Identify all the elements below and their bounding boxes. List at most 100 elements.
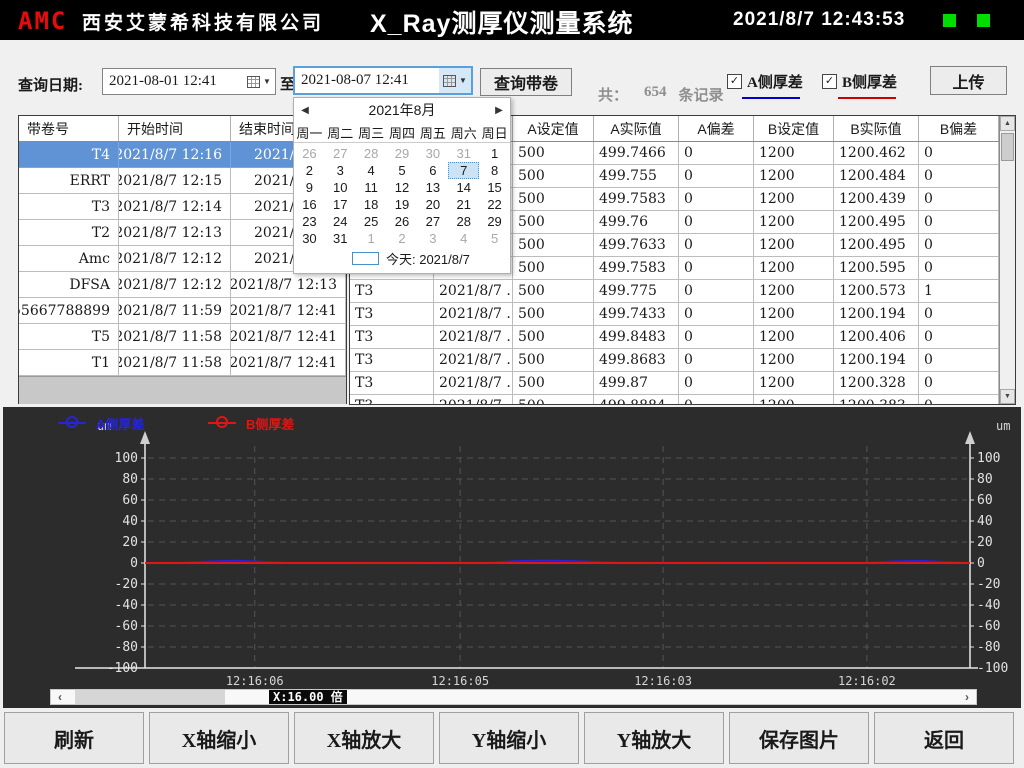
calendar-day[interactable]: 31 bbox=[325, 230, 356, 247]
table-cell: 499.755 bbox=[594, 165, 679, 188]
table-row[interactable]: T12021/8/7 11:582021/8/7 12:41 bbox=[19, 350, 346, 376]
calendar-day[interactable]: 27 bbox=[325, 145, 356, 162]
x-axis-zoom-in-button[interactable]: X轴放大 bbox=[294, 712, 434, 764]
calendar-day[interactable]: 28 bbox=[356, 145, 387, 162]
calendar-day[interactable]: 15 bbox=[479, 179, 510, 196]
calendar-day[interactable]: 5 bbox=[387, 162, 418, 179]
chart-scrollbar-thumb[interactable] bbox=[75, 690, 225, 704]
calendar-day[interactable]: 3 bbox=[417, 230, 448, 247]
back-button[interactable]: 返回 bbox=[874, 712, 1014, 764]
calendar-day[interactable]: 11 bbox=[356, 179, 387, 196]
calendar-day[interactable]: 16 bbox=[294, 196, 325, 213]
calendar-day[interactable]: 8 bbox=[479, 162, 510, 179]
column-header: A设定值 bbox=[513, 116, 594, 141]
query-coils-button[interactable]: 查询带卷 bbox=[480, 68, 572, 96]
calendar-day[interactable]: 9 bbox=[294, 179, 325, 196]
calendar-day[interactable]: 27 bbox=[417, 213, 448, 230]
table-row[interactable]: T32021/8/7 ...500499.8683012001200.1940 bbox=[350, 349, 999, 372]
table-cell: 499.76 bbox=[594, 211, 679, 234]
calendar-day[interactable]: 31 bbox=[448, 145, 479, 162]
calendar-day[interactable]: 14 bbox=[448, 179, 479, 196]
calendar-day[interactable]: 13 bbox=[417, 179, 448, 196]
table-cell: 2021/8/7 12:16 bbox=[119, 142, 231, 168]
table-cell: 1200 bbox=[754, 326, 834, 349]
calendar-day[interactable]: 4 bbox=[356, 162, 387, 179]
scrollbar-thumb[interactable] bbox=[1001, 133, 1014, 161]
b-side-checkbox-group[interactable]: ✓ B侧厚差 bbox=[822, 71, 897, 92]
calendar-day[interactable]: 30 bbox=[294, 230, 325, 247]
calendar-day[interactable]: 3 bbox=[325, 162, 356, 179]
b-side-checkbox[interactable]: ✓ bbox=[822, 74, 837, 89]
refresh-button[interactable]: 刷新 bbox=[4, 712, 144, 764]
calendar-day[interactable]: 2 bbox=[294, 162, 325, 179]
calendar-day[interactable]: 29 bbox=[387, 145, 418, 162]
calendar-day[interactable]: 22 bbox=[479, 196, 510, 213]
y-axis-zoom-in-button[interactable]: Y轴放大 bbox=[584, 712, 724, 764]
scroll-up-icon[interactable]: ▲ bbox=[1000, 116, 1015, 131]
table-row[interactable]: T32021/8/7 ...500499.87012001200.3280 bbox=[350, 372, 999, 395]
table-cell: 500 bbox=[513, 326, 594, 349]
table-row[interactable]: T32021/8/7 ...500499.8884012001200.3830 bbox=[350, 395, 999, 404]
date-from-value: 2021-08-01 12:41 bbox=[103, 73, 243, 90]
calendar-day[interactable]: 23 bbox=[294, 213, 325, 230]
calendar-day[interactable]: 26 bbox=[387, 213, 418, 230]
table-cell: T3 bbox=[350, 326, 434, 349]
date-to-input[interactable]: 2021-08-07 12:41 ▼ bbox=[293, 66, 473, 95]
calendar-day[interactable]: 6 bbox=[417, 162, 448, 179]
calendar-next-icon[interactable]: ▶ bbox=[488, 105, 510, 116]
table-row[interactable]: T32021/8/7 ...500499.8483012001200.4060 bbox=[350, 326, 999, 349]
calendar-day[interactable]: 19 bbox=[387, 196, 418, 213]
table-cell: T3 bbox=[350, 395, 434, 404]
table-empty-area bbox=[19, 376, 346, 404]
table-cell: 1200 bbox=[754, 280, 834, 303]
table-row[interactable]: DFSA2021/8/7 12:122021/8/7 12:13 bbox=[19, 272, 346, 298]
save-image-button[interactable]: 保存图片 bbox=[729, 712, 869, 764]
upload-button[interactable]: 上传 bbox=[930, 66, 1007, 95]
calendar-day[interactable]: 2 bbox=[387, 230, 418, 247]
y-axis-zoom-out-button[interactable]: Y轴缩小 bbox=[439, 712, 579, 764]
scroll-down-icon[interactable]: ▼ bbox=[1000, 389, 1015, 404]
scroll-right-icon[interactable]: › bbox=[958, 690, 976, 704]
calendar-day[interactable]: 18 bbox=[356, 196, 387, 213]
calendar-day[interactable]: 1 bbox=[356, 230, 387, 247]
chart-scrollbar-track[interactable]: X:16.00 倍 bbox=[69, 690, 958, 704]
svg-text:-60: -60 bbox=[115, 619, 138, 634]
table-row[interactable]: T32021/8/7 ...500499.7433012001200.1940 bbox=[350, 303, 999, 326]
calendar-day[interactable]: 10 bbox=[325, 179, 356, 196]
calendar-day[interactable]: 24 bbox=[325, 213, 356, 230]
date-from-picker-button[interactable]: ▼ bbox=[243, 69, 275, 94]
a-side-checkbox-group[interactable]: ✓ A侧厚差 bbox=[727, 71, 803, 92]
date-to-picker-button[interactable]: ▼ bbox=[439, 68, 471, 93]
calendar-today-label[interactable]: 今天: 2021/8/7 bbox=[386, 249, 470, 268]
calendar-prev-icon[interactable]: ◀ bbox=[294, 105, 316, 116]
chart-horizontal-scrollbar[interactable]: ‹ X:16.00 倍 › bbox=[50, 689, 977, 705]
calendar-day[interactable]: 30 bbox=[417, 145, 448, 162]
calendar-day[interactable]: 21 bbox=[448, 196, 479, 213]
table-cell: T3 bbox=[350, 280, 434, 303]
calendar-day[interactable]: 17 bbox=[325, 196, 356, 213]
table-cell: 500 bbox=[513, 395, 594, 404]
calendar-day[interactable]: 7 bbox=[448, 162, 479, 179]
table-row[interactable]: T32021/8/7 ...500499.775012001200.5731 bbox=[350, 280, 999, 303]
calendar-day[interactable]: 28 bbox=[448, 213, 479, 230]
table-cell: T2 bbox=[19, 220, 119, 246]
table-row[interactable]: 12234556677888992021/8/7 11:592021/8/7 1… bbox=[19, 298, 346, 324]
table-cell: 0 bbox=[919, 142, 999, 165]
calendar-today-box[interactable] bbox=[352, 252, 379, 265]
table-cell: 499.87 bbox=[594, 372, 679, 395]
table-cell: 2021/8/7 ... bbox=[434, 372, 513, 395]
calendar-day[interactable]: 12 bbox=[387, 179, 418, 196]
a-side-checkbox[interactable]: ✓ bbox=[727, 74, 742, 89]
calendar-day[interactable]: 25 bbox=[356, 213, 387, 230]
calendar-day[interactable]: 5 bbox=[479, 230, 510, 247]
calendar-day[interactable]: 29 bbox=[479, 213, 510, 230]
table-row[interactable]: T52021/8/7 11:582021/8/7 12:41 bbox=[19, 324, 346, 350]
x-axis-zoom-out-button[interactable]: X轴缩小 bbox=[149, 712, 289, 764]
calendar-day[interactable]: 26 bbox=[294, 145, 325, 162]
calendar-day[interactable]: 1 bbox=[479, 145, 510, 162]
calendar-day[interactable]: 20 bbox=[417, 196, 448, 213]
calendar-day[interactable]: 4 bbox=[448, 230, 479, 247]
scroll-left-icon[interactable]: ‹ bbox=[51, 690, 69, 704]
measurement-table-scrollbar[interactable]: ▲ ▼ bbox=[999, 116, 1015, 404]
date-from-input[interactable]: 2021-08-01 12:41 ▼ bbox=[102, 68, 276, 95]
